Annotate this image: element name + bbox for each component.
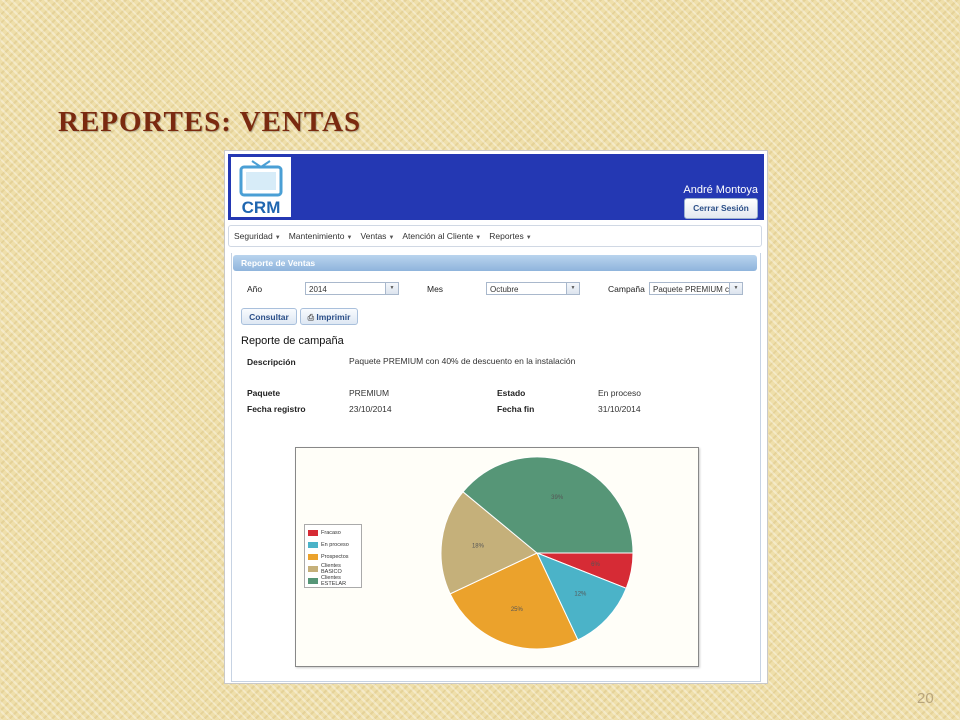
- caret-down-icon: ▼: [525, 235, 532, 241]
- consult-button[interactable]: Consultar: [241, 308, 297, 325]
- legend-label: Clientes BASICO: [321, 563, 342, 575]
- legend-swatch: [308, 578, 318, 584]
- menu-mantenimiento[interactable]: Mantenimiento ▼: [289, 231, 353, 241]
- logo-text: CRM: [242, 198, 281, 217]
- year-select[interactable]: 2014 ▼: [305, 282, 399, 295]
- campaign-label: Campaña: [608, 284, 645, 294]
- menu-reportes[interactable]: Reportes ▼: [489, 231, 531, 241]
- month-select[interactable]: Octubre ▼: [486, 282, 580, 295]
- legend-label: Clientes ESTELAR: [321, 575, 347, 587]
- package-label: Paquete: [247, 388, 281, 398]
- legend-swatch: [308, 530, 318, 536]
- month-label: Mes: [427, 284, 444, 294]
- legend-swatch: [308, 554, 318, 560]
- chevron-down-icon: ▼: [566, 283, 579, 294]
- caret-down-icon: ▼: [475, 235, 482, 241]
- slide-number: 20: [917, 690, 934, 707]
- tv-icon: CRM: [239, 160, 283, 217]
- legend-swatch: [308, 566, 318, 572]
- menu-ventas[interactable]: Ventas ▼: [360, 231, 394, 241]
- legend-item-3[interactable]: Clientes BASICO: [308, 563, 358, 575]
- pie-label-4: 39%: [551, 495, 564, 501]
- app-header: CRM André Montoya Cerrar Sesión: [228, 154, 764, 220]
- report-section-title: Reporte de campaña: [241, 335, 344, 347]
- legend-item-1[interactable]: En proceso: [308, 539, 358, 551]
- menu-atencion-cliente[interactable]: Atención al Cliente ▼: [402, 231, 481, 241]
- chevron-down-icon: ▼: [385, 283, 398, 294]
- status-label: Estado: [497, 388, 526, 398]
- legend-item-0[interactable]: Fracaso: [308, 527, 358, 539]
- package-value: PREMIUM: [349, 388, 390, 398]
- end-date-value: 31/10/2014: [598, 404, 641, 414]
- legend-swatch: [308, 542, 318, 548]
- legend-label: En proceso: [321, 542, 349, 548]
- legend-item-4[interactable]: Clientes ESTELAR: [308, 575, 358, 587]
- printer-icon: ⎙: [307, 313, 314, 322]
- panel-title: Reporte de Ventas: [233, 255, 757, 271]
- chart-legend: Fracaso En proceso Prospectos Clientes BASI…: [304, 524, 362, 588]
- pie-label-2: 25%: [511, 607, 524, 613]
- slide-title: REPORTES: VENTAS: [58, 106, 362, 138]
- legend-label: Prospectos: [321, 554, 349, 560]
- pie-label-3: 18%: [472, 544, 485, 550]
- legend-item-2[interactable]: Prospectos: [308, 551, 358, 563]
- legend-label: Fracaso: [321, 530, 341, 536]
- reg-date-value: 23/10/2014: [349, 404, 392, 414]
- user-name: André Montoya: [683, 184, 758, 196]
- pie-label-1: 12%: [574, 592, 587, 598]
- chevron-down-icon: ▼: [729, 283, 742, 294]
- menu-seguridad[interactable]: Seguridad ▼: [234, 231, 281, 241]
- main-menu: Seguridad ▼ Mantenimiento ▼ Ventas ▼ Atenci…: [228, 225, 762, 247]
- caret-down-icon: ▼: [388, 235, 395, 241]
- caret-down-icon: ▼: [346, 235, 353, 241]
- reg-date-label: Fecha registro: [247, 404, 306, 414]
- campaign-select[interactable]: Paquete PREMIUM co ▼: [649, 282, 743, 295]
- year-label: Año: [247, 284, 263, 294]
- description-label: Descripción: [247, 357, 296, 367]
- caret-down-icon: ▼: [274, 235, 281, 241]
- pie-label-0: 6%: [591, 562, 600, 568]
- description-value: Paquete PREMIUM con 40% de descuento en …: [349, 356, 576, 366]
- end-date-label: Fecha fin: [497, 404, 535, 414]
- logout-button[interactable]: Cerrar Sesión: [684, 198, 758, 219]
- print-button[interactable]: ⎙ Imprimir: [300, 308, 358, 325]
- crm-logo: CRM: [231, 157, 291, 217]
- campaign-pie-chart: 6% 12% 25% 18% 39% Fracaso En proceso Prospect…: [295, 447, 699, 667]
- status-value: En proceso: [598, 388, 641, 398]
- app-screenshot: CRM André Montoya Cerrar Sesión Segurida…: [224, 150, 768, 684]
